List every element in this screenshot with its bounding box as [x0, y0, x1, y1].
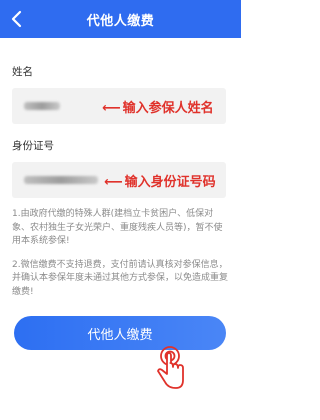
notice-text: 1.由政府代缴的特殊人群(建档立卡贫困户、低保对象、农村独生子女光荣户、重度残疾… [12, 208, 230, 309]
name-annotation: ⟵ 输入参保人姓名 [102, 97, 214, 116]
form-page: 姓名 ⟵ 输入参保人姓名 身份证号 ⟵ 输入身份证号码 1.由政府代缴的特殊人群(建… [0, 38, 241, 420]
name-input[interactable]: ⟵ 输入参保人姓名 [12, 88, 226, 124]
name-hint-text: 输入参保人姓名 [122, 101, 214, 116]
left-arrow-icon: ⟵ [102, 101, 121, 116]
pointing-hand-icon [157, 346, 184, 389]
id-label: 身份证号 [12, 140, 54, 152]
app-header: 代他人缴费 [0, 0, 241, 38]
notice-item-2: 2.微信缴费不支持退费，支付前请认真核对参保信息，并确认本参保年度未通过其他方式… [12, 259, 229, 297]
id-hint-text: 输入身份证号码 [124, 175, 216, 190]
page-title: 代他人缴费 [86, 14, 155, 29]
masked-id-value [24, 176, 98, 184]
left-arrow-icon: ⟵ [104, 175, 123, 190]
name-label: 姓名 [12, 66, 33, 78]
id-number-input[interactable]: ⟵ 输入身份证号码 [12, 162, 226, 198]
notice-item-1: 1.由政府代缴的特殊人群(建档立卡贫困户、低保对象、农村独生子女光荣户、重度残疾… [12, 209, 223, 246]
pay-for-others-button[interactable]: 代他人缴费 [14, 316, 226, 350]
id-annotation: ⟵ 输入身份证号码 [104, 171, 216, 190]
masked-name-value [24, 102, 60, 110]
